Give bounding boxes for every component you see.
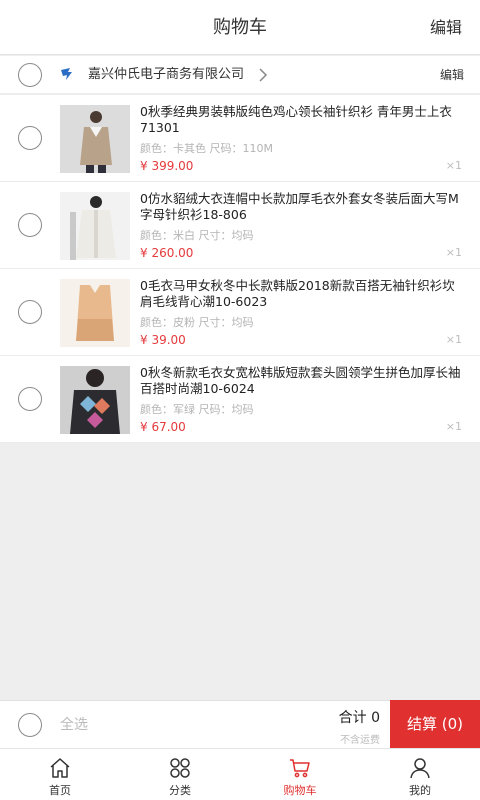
cart-item-list: 0秋季经典男装韩版纯色鸡心领长袖针织衫 青年男士上衣71301 颜色：卡其色 尺… [0, 95, 480, 443]
item-select-checkbox[interactable] [18, 213, 42, 237]
tab-label: 首页 [49, 784, 71, 797]
cart-icon [290, 759, 310, 778]
item-select-checkbox[interactable] [18, 300, 42, 324]
product-spec: 颜色：米白 尺寸：均码 [140, 229, 254, 242]
product-image[interactable] [60, 105, 130, 173]
shop-name-link[interactable]: 嘉兴仲氏电子商务有限公司 [88, 56, 244, 94]
cart-item[interactable]: 0毛衣马甲女秋冬中长款韩版2018新款百搭无袖针织衫坎肩毛线背心潮10-6023… [0, 269, 480, 356]
cart-item[interactable]: 0秋季经典男装韩版纯色鸡心领长袖针织衫 青年男士上衣71301 颜色：卡其色 尺… [0, 95, 480, 182]
product-image[interactable] [60, 366, 130, 434]
product-quantity: ×1 [445, 333, 462, 346]
item-select-checkbox[interactable] [18, 126, 42, 150]
total-amount: 合计 0 [338, 710, 380, 726]
category-icon [170, 758, 190, 778]
freight-note: 不含运费 [340, 735, 380, 746]
edit-button[interactable]: 编辑 [430, 0, 462, 55]
product-price: ¥ 67.00 [140, 420, 186, 434]
cart-item[interactable]: 0仿水貂绒大衣连帽中长款加厚毛衣外套女冬装后面大写M字母针织衫18-806 颜色… [0, 182, 480, 269]
chevron-right-icon[interactable] [256, 67, 270, 83]
product-image[interactable] [60, 192, 130, 260]
select-all-checkbox[interactable] [18, 713, 42, 737]
home-icon [50, 758, 70, 778]
product-quantity: ×1 [445, 420, 462, 433]
product-quantity: ×1 [445, 159, 462, 172]
product-spec: 颜色：卡其色 尺码：110M [140, 142, 273, 155]
item-select-checkbox[interactable] [18, 387, 42, 411]
shop-edit-button[interactable]: 编辑 [440, 56, 464, 94]
user-icon [410, 758, 430, 779]
store-logo-icon [61, 68, 72, 80]
select-all-label[interactable]: 全选 [60, 701, 88, 749]
product-price: ¥ 39.00 [140, 333, 186, 347]
page-title: 购物车 [213, 17, 267, 38]
bottom-tab-bar: 首页 分类 购物车 我的 [0, 748, 480, 800]
product-quantity: ×1 [445, 246, 462, 259]
cart-item[interactable]: 0秋冬新款毛衣女宽松韩版短款套头圆领学生拼色加厚长袖百搭时尚潮10-6024 颜… [0, 356, 480, 443]
product-spec: 颜色：皮粉 尺寸：均码 [140, 316, 254, 329]
top-header: 购物车 编辑 [0, 0, 480, 55]
tab-label: 我的 [409, 784, 431, 797]
product-price: ¥ 260.00 [140, 246, 194, 260]
tab-category[interactable]: 分类 [120, 749, 240, 800]
product-image[interactable] [60, 279, 130, 347]
tab-home[interactable]: 首页 [0, 749, 120, 800]
product-name[interactable]: 0仿水貂绒大衣连帽中长款加厚毛衣外套女冬装后面大写M字母针织衫18-806 [140, 191, 466, 223]
tab-profile[interactable]: 我的 [360, 749, 480, 800]
checkout-button[interactable]: 结算 (0) [390, 700, 480, 749]
checkout-bar: 全选 合计 0 不含运费 结算 (0) [0, 700, 480, 749]
product-name[interactable]: 0秋季经典男装韩版纯色鸡心领长袖针织衫 青年男士上衣71301 [140, 104, 466, 136]
tab-cart[interactable]: 购物车 [240, 749, 360, 800]
shop-select-checkbox[interactable] [18, 63, 42, 87]
product-price: ¥ 399.00 [140, 159, 194, 173]
product-name[interactable]: 0秋冬新款毛衣女宽松韩版短款套头圆领学生拼色加厚长袖百搭时尚潮10-6024 [140, 365, 466, 397]
product-spec: 颜色：军绿 尺码：均码 [140, 403, 254, 416]
tab-label: 购物车 [283, 784, 317, 797]
tab-label: 分类 [169, 784, 191, 797]
shop-row: 嘉兴仲氏电子商务有限公司 编辑 [0, 56, 480, 94]
product-name[interactable]: 0毛衣马甲女秋冬中长款韩版2018新款百搭无袖针织衫坎肩毛线背心潮10-6023 [140, 278, 466, 310]
